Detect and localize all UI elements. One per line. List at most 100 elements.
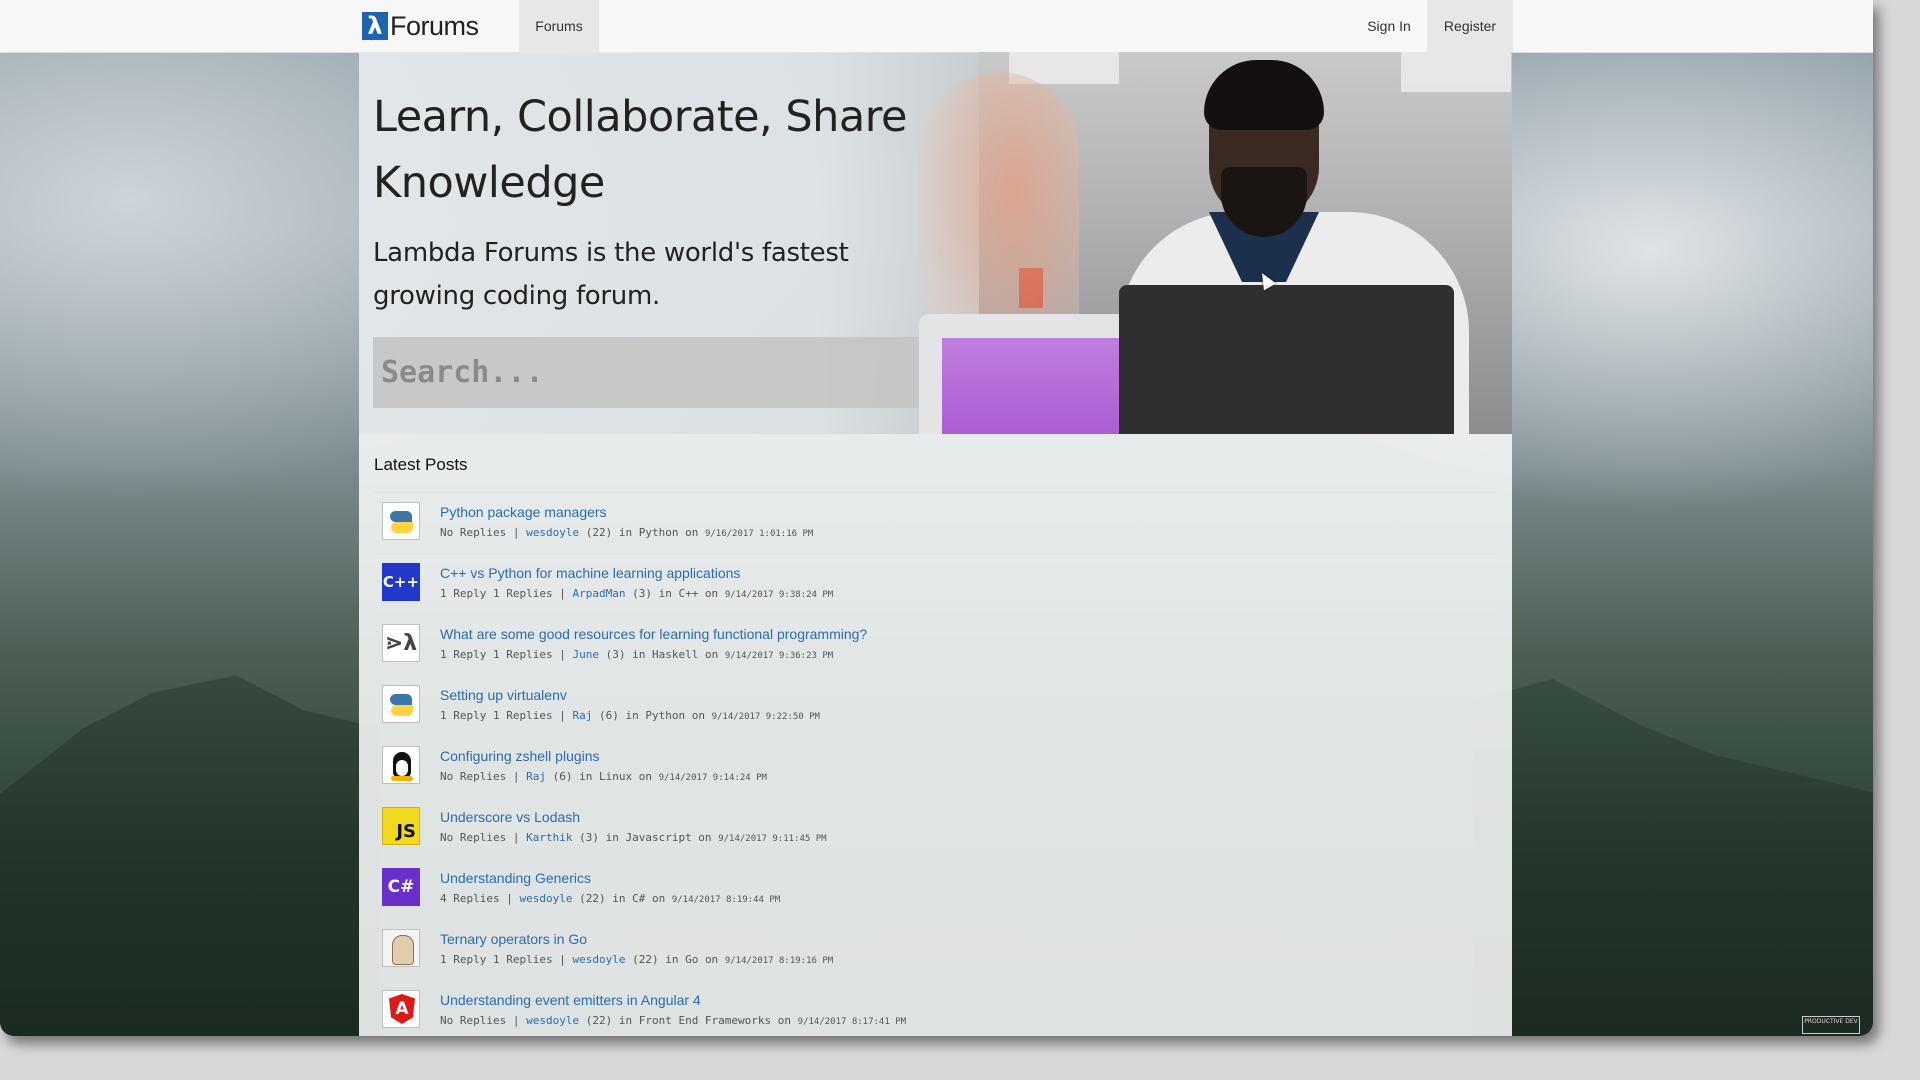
hero-subheading: Lambda Forums is the world's fastest gro… [373,238,849,311]
python-icon[interactable] [382,502,420,540]
background-mountain-right [1473,679,1873,1036]
post-replies: 1 Reply 1 Replies | [440,953,566,966]
post-row: Python package managers No Replies | wes… [374,493,1495,554]
post-title-link[interactable]: Underscore vs Lodash [440,809,580,825]
post-row: C++ C++ vs Python for machine learning a… [374,554,1495,615]
post-title-link[interactable]: C++ vs Python for machine learning appli… [440,565,740,581]
post-date: 9/14/2017 9:36:23 PM [724,651,834,661]
brand-logo[interactable]: λ Forums [362,11,479,41]
post-list: Python package managers No Replies | wes… [374,492,1495,1036]
post-author-rating: (22) [585,526,613,539]
post-category: in Linux on [579,770,652,783]
nav-forums-link[interactable]: Forums [519,0,599,52]
latest-posts-title: Latest Posts [374,455,468,474]
brand-text: Forums [390,10,479,41]
post-author-link[interactable]: Karthik [526,831,572,844]
post-row: Setting up virtualenv 1 Reply 1 Replies … [374,676,1495,737]
python-icon[interactable] [382,685,420,723]
post-meta: 1 Reply 1 Replies | June (3) in Haskell … [440,648,833,661]
cpp-icon[interactable]: C++ [382,563,420,601]
hero-photo-laptop-screen [942,338,1142,434]
post-author-rating: (22) [579,892,606,905]
post-meta: No Replies | Raj (6) in Linux on 9/14/20… [440,770,767,783]
post-author-rating: (22) [585,1014,613,1027]
post-row: Ternary operators in Go 1 Reply 1 Replie… [374,920,1495,981]
post-replies: No Replies | [440,831,520,844]
nav-register-link[interactable]: Register [1427,0,1513,52]
post-meta: 1 Reply 1 Replies | wesdoyle (22) in Go … [440,953,833,966]
angular-icon[interactable]: A [382,990,420,1028]
post-replies: 1 Reply 1 Replies | [440,587,566,600]
post-title-link[interactable]: Understanding Generics [440,870,591,886]
post-title-link[interactable]: Configuring zshell plugins [440,748,600,764]
post-author-link[interactable]: wesdoyle [519,892,572,905]
post-author-link[interactable]: Raj [526,770,546,783]
csharp-icon[interactable]: C# [382,868,420,906]
post-author-rating: (22) [632,953,659,966]
post-replies: 1 Reply 1 Replies | [440,648,566,661]
post-author-link[interactable]: wesdoyle [572,953,625,966]
post-row: JS Underscore vs Lodash No Replies | Kar… [374,798,1495,859]
post-category: in Python on [618,526,699,539]
post-title-link[interactable]: Ternary operators in Go [440,931,587,947]
post-author-link[interactable]: wesdoyle [526,1014,579,1027]
post-row: ⋗λ What are some good resources for lear… [374,615,1495,676]
latest-posts-panel: Latest Posts Python package managers No … [359,434,1512,1036]
go-icon[interactable] [382,929,420,967]
post-meta: 1 Reply 1 Replies | Raj (6) in Python on… [440,709,820,722]
post-date: 9/14/2017 8:19:44 PM [671,895,781,905]
post-date: 9/14/2017 9:22:50 PM [711,712,820,722]
post-category: in C++ on [658,587,719,600]
post-date: 9/14/2017 8:17:41 PM [797,1017,907,1027]
javascript-icon[interactable]: JS [382,807,420,845]
post-meta: No Replies | wesdoyle (22) in Front End … [440,1014,906,1027]
post-meta: No Replies | wesdoyle (22) in Python on … [440,526,813,539]
post-author-rating: (3) [632,587,652,600]
post-category: in C# on [612,892,666,905]
nav-sign-in-link[interactable]: Sign In [1353,0,1425,52]
post-category: in Haskell on [632,648,719,661]
post-title-link[interactable]: What are some good resources for learnin… [440,626,867,642]
post-date: 9/16/2017 1:01:16 PM [704,529,814,539]
post-title-link[interactable]: Setting up virtualenv [440,687,567,703]
post-author-rating: (3) [605,648,626,661]
haskell-icon[interactable]: ⋗λ [382,624,420,662]
post-title-link[interactable]: Python package managers [440,504,607,520]
hero-photo-laptop-dark [1119,285,1454,434]
post-meta: No Replies | Karthik (3) in Javascript o… [440,831,827,844]
hero-photo-wall-note [1401,52,1511,92]
post-author-link[interactable]: June [572,648,599,661]
post-author-rating: (3) [579,831,599,844]
post-row: A Understanding event emitters in Angula… [374,981,1495,1036]
post-category: in Python on [625,709,705,722]
post-replies: No Replies | [440,526,520,539]
post-replies: No Replies | [440,1014,520,1027]
browser-viewport: λ Forums Forums Sign In Register Learn, … [0,0,1873,1036]
post-meta: 4 Replies | wesdoyle (22) in C# on 9/14/… [440,892,780,905]
post-author-link[interactable]: wesdoyle [526,526,579,539]
post-category: in Go on [665,953,719,966]
post-date: 9/14/2017 9:14:24 PM [658,773,767,783]
post-author-rating: (6) [598,709,619,722]
hero-section: Learn, Collaborate, Share Knowledge Lamb… [359,52,1512,434]
post-row: C# Understanding Generics 4 Replies | we… [374,859,1495,920]
post-title-link[interactable]: Understanding event emitters in Angular … [440,992,701,1008]
post-replies: 4 Replies | [440,892,513,905]
post-author-link[interactable]: ArpadMan [572,587,625,600]
search-input[interactable] [373,337,919,408]
post-meta: 1 Reply 1 Replies | ArpadMan (3) in C++ … [440,587,833,600]
watermark-logo: PRODUCTIVE DEV [1802,1016,1860,1034]
background-mountain-left [0,675,380,1036]
hero-heading: Learn, Collaborate, Share Knowledge [373,92,907,208]
linux-icon[interactable] [382,746,420,784]
post-date: 9/14/2017 9:11:45 PM [718,834,827,844]
post-category: in Javascript on [605,831,712,844]
post-date: 9/14/2017 9:38:24 PM [724,590,834,600]
post-replies: No Replies | [440,770,520,783]
angular-shield-letter: A [389,994,415,1024]
post-author-link[interactable]: Raj [572,709,592,722]
post-date: 9/14/2017 8:19:16 PM [724,956,834,966]
post-replies: 1 Reply 1 Replies | [440,709,566,722]
post-author-rating: (6) [552,770,573,783]
post-row: Configuring zshell plugins No Replies | … [374,737,1495,798]
